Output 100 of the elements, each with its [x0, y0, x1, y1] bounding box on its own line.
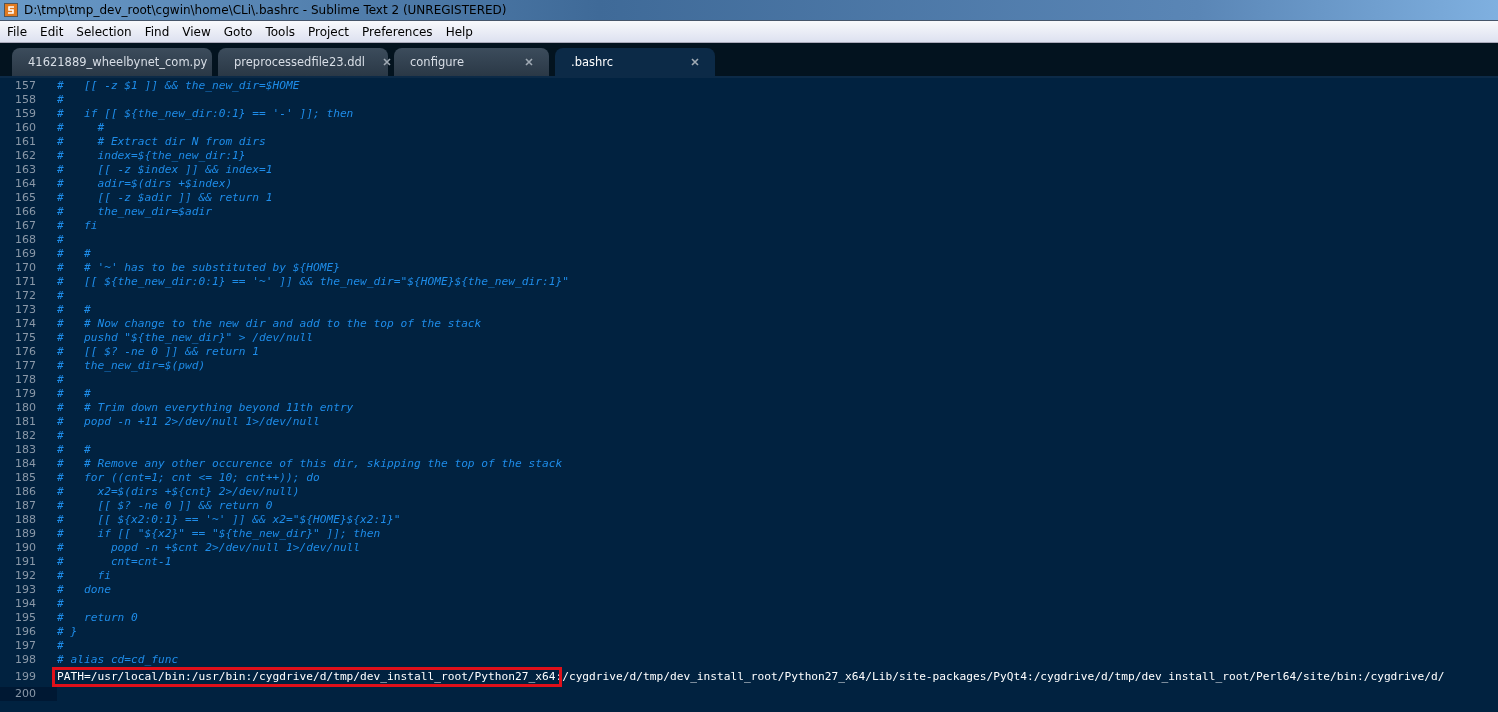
menu-item[interactable]: Selection — [69, 24, 138, 39]
line-number: 192 — [14, 569, 37, 583]
line-number: 191 — [14, 555, 37, 569]
menu-item[interactable]: Help — [438, 24, 479, 39]
code-line: # [[ -z $1 ]] && the_new_dir=$HOME — [57, 79, 300, 93]
code-line: # — [57, 93, 64, 107]
code-line: # [[ -z $adir ]] && return 1 — [57, 191, 273, 205]
menu-item[interactable]: Goto — [216, 24, 259, 39]
line-number: 199 — [14, 669, 37, 685]
code-line: # # — [57, 303, 91, 317]
line-number: 193 — [14, 583, 37, 597]
line-number: 169 — [14, 247, 37, 261]
line-number: 161 — [14, 135, 37, 149]
code-line: # the_new_dir=$(pwd) — [57, 359, 206, 373]
line-number: 189 — [14, 527, 37, 541]
line-number: 185 — [14, 471, 37, 485]
line-number: 194 — [14, 597, 37, 611]
code-line: # if [[ ${the_new_dir:0:1} == '-' ]]; then — [57, 107, 354, 121]
line-number: 165 — [14, 191, 37, 205]
code-line: # # Extract dir N from dirs — [57, 135, 266, 149]
line-number: 171 — [14, 275, 37, 289]
line-number: 200 — [0, 687, 57, 701]
line-number: 190 — [14, 541, 37, 555]
code-line: # index=${the_new_dir:1} — [57, 149, 246, 163]
code-line: # popd -n +11 2>/dev/null 1>/dev/null — [57, 415, 320, 429]
code-line: # # Remove any other occurence of this dir, skipping the top of the stack — [57, 457, 563, 471]
file-tab[interactable]: 41621889_wheelbynet_com.py — [12, 48, 212, 76]
code-line: # the_new_dir=$adir — [57, 205, 212, 219]
menu-item[interactable]: Project — [301, 24, 356, 39]
close-icon[interactable] — [383, 58, 391, 66]
line-number: 180 — [14, 401, 37, 415]
line-number: 164 — [14, 177, 37, 191]
code-line: # pushd "${the_new_dir}" > /dev/null — [57, 331, 313, 345]
line-number: 174 — [14, 317, 37, 331]
line-number: 160 — [14, 121, 37, 135]
menu-item[interactable]: View — [175, 24, 217, 39]
menu-item[interactable]: Find — [137, 24, 176, 39]
line-number: 166 — [14, 205, 37, 219]
file-tab[interactable]: preprocessedfile23.ddl — [218, 48, 388, 76]
menu-item[interactable]: Edit — [33, 24, 70, 39]
code-line: # # Trim down everything beyond 11th entry — [57, 401, 354, 415]
code-line: # # — [57, 247, 91, 261]
line-number: 177 — [14, 359, 37, 373]
line-number: 179 — [14, 387, 37, 401]
code-line: # [[ ${the_new_dir:0:1} == '~' ]] && the_new_dir="${HOME}${the_new_dir:1}" — [57, 275, 569, 289]
code-line: # [[ $? -ne 0 ]] && return 1 — [57, 345, 260, 359]
code-line: # — [57, 289, 64, 303]
file-tab[interactable]: configure — [394, 48, 549, 76]
code-line: # return 0 — [57, 611, 138, 625]
file-tab[interactable]: .bashrc — [555, 48, 715, 76]
code-line: # [[ ${x2:0:1} == '~' ]] && x2="${HOME}${x2:1}" — [57, 513, 401, 527]
line-number: 167 — [14, 219, 37, 233]
line-number: 157 — [14, 79, 37, 93]
code-line: # # Now change to the new dir and add to the top of the stack — [57, 317, 482, 331]
line-number: 172 — [14, 289, 37, 303]
line-number: 173 — [14, 303, 37, 317]
close-icon[interactable] — [691, 58, 699, 66]
line-number: 187 — [14, 499, 37, 513]
code-line: # # — [57, 443, 91, 457]
line-number: 181 — [14, 415, 37, 429]
code-line: # — [57, 233, 64, 247]
line-number: 168 — [14, 233, 37, 247]
code-line: # fi — [57, 219, 98, 233]
code-line: # alias cd=cd_func — [57, 653, 179, 667]
code-line: # } — [57, 625, 78, 639]
line-number: 184 — [14, 457, 37, 471]
line-number: 197 — [14, 639, 37, 653]
app-icon — [4, 3, 18, 17]
code-line: # # — [57, 121, 105, 135]
line-number: 162 — [14, 149, 37, 163]
code-line: # — [57, 373, 64, 387]
code-line: # adir=$(dirs +$index) — [57, 177, 233, 191]
code-line: # — [57, 597, 64, 611]
line-number: 176 — [14, 345, 37, 359]
line-number: 195 — [14, 611, 37, 625]
code-line: # x2=$(dirs +${cnt} 2>/dev/null) — [57, 485, 300, 499]
code-line: # [[ $? -ne 0 ]] && return 0 — [57, 499, 273, 513]
code-line: # cnt=cnt-1 — [57, 555, 172, 569]
menu-item[interactable]: Preferences — [355, 24, 439, 39]
code-line: # # '~' has to be substituted by ${HOME} — [57, 261, 340, 275]
code-line: # — [57, 639, 64, 653]
code-line: # [[ -z $index ]] && index=1 — [57, 163, 273, 177]
code-line: # done — [57, 583, 111, 597]
line-number: 186 — [14, 485, 37, 499]
line-number: 163 — [14, 163, 37, 177]
menu-item[interactable]: File — [0, 24, 34, 39]
code-line: # for ((cnt=1; cnt <= 10; cnt++)); do — [57, 471, 320, 485]
line-number: 183 — [14, 443, 37, 457]
code-line: # fi — [57, 569, 111, 583]
close-icon[interactable] — [525, 58, 533, 66]
line-number: 178 — [14, 373, 37, 387]
code-line: # — [57, 429, 64, 443]
code-line: # popd -n +$cnt 2>/dev/null 1>/dev/null — [57, 541, 361, 555]
line-number: 158 — [14, 93, 37, 107]
line-number: 198 — [14, 653, 37, 667]
menu-item[interactable]: Tools — [258, 24, 301, 39]
line-number: 196 — [14, 625, 37, 639]
line-number: 182 — [14, 429, 37, 443]
window-title: D:\tmp\tmp_dev_root\cgwin\home\CLi\.bashrc - Sublime Text 2 (UNREGISTERED) — [24, 3, 507, 17]
code-line: # # — [57, 387, 91, 401]
